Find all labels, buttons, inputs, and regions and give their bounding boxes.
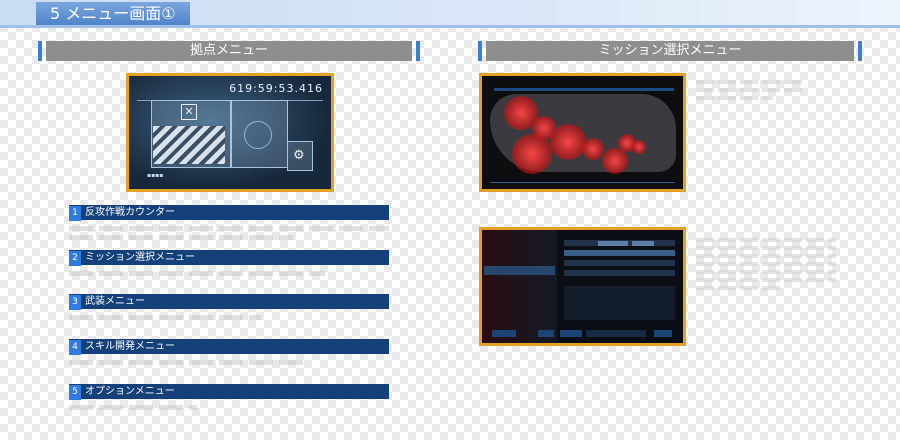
- menu-number-badge: 2: [69, 251, 81, 266]
- menu-number-badge: 5: [69, 385, 81, 400]
- hotspot-marker[interactable]: [602, 148, 628, 174]
- menu-item-mission-select: 2 ミッション選択メニュー: [69, 250, 389, 266]
- detail-confirm-button[interactable]: [654, 330, 672, 337]
- menu-item-description: [69, 311, 389, 320]
- map-footer-line: [490, 182, 675, 183]
- hotspot-marker[interactable]: [632, 140, 646, 154]
- base-timer: 619:59:53.416: [229, 82, 323, 95]
- detail-explanation-text: [696, 238, 836, 294]
- detail-list-item[interactable]: [484, 256, 555, 265]
- base-status-text: ▪▪▪▪: [147, 172, 164, 179]
- detail-sidebar: [482, 230, 557, 343]
- mission-map-screenshot: [479, 73, 686, 192]
- menu-item-description: [69, 267, 389, 276]
- menu-number-badge: 1: [69, 206, 81, 221]
- hotspot-marker[interactable]: [550, 124, 586, 160]
- page-title: 5 メニュー画面①: [36, 2, 190, 26]
- base-menu-screenshot: 619:59:53.416 ✕ ⚙ ▪▪▪▪: [126, 73, 334, 192]
- menu-item-label: スキル開発メニュー: [85, 341, 175, 352]
- base-map-graphic: [153, 126, 225, 164]
- page-title-bar: 5 メニュー画面①: [0, 0, 900, 28]
- detail-description-box: [564, 286, 675, 320]
- detail-cell: [632, 241, 654, 246]
- menu-item-weapons: 3 武装メニュー: [69, 294, 389, 310]
- detail-list-item-selected[interactable]: [484, 266, 555, 275]
- menu-item-label: ミッション選択メニュー: [85, 252, 195, 263]
- hotspot-marker[interactable]: [512, 134, 552, 174]
- menu-number-badge: 4: [69, 340, 81, 355]
- detail-row: [564, 260, 675, 266]
- detail-row: [564, 270, 675, 276]
- menu-item-description: [69, 222, 389, 240]
- base-emblem-icon: ✕: [181, 104, 197, 120]
- menu-number-badge: 3: [69, 295, 81, 310]
- map-explanation-text: [696, 80, 806, 104]
- detail-button[interactable]: [538, 330, 554, 337]
- menu-item-skills: 4 スキル開発メニュー: [69, 339, 389, 355]
- menu-item-description: [69, 401, 389, 410]
- map-title-bar: [494, 88, 674, 91]
- detail-button[interactable]: [560, 330, 582, 337]
- detail-row: [564, 250, 675, 256]
- menu-item-description: [69, 356, 389, 365]
- menu-item-counter: 1 反攻作戦カウンター: [69, 205, 389, 221]
- gear-icon: ⚙: [293, 148, 305, 163]
- menu-item-label: 反攻作戦カウンター: [85, 207, 175, 218]
- mission-detail-screenshot: [479, 227, 686, 346]
- detail-cell: [598, 241, 628, 246]
- base-radar-circle: [244, 121, 272, 149]
- title-underline: [0, 25, 900, 28]
- detail-back-button[interactable]: [492, 330, 516, 337]
- menu-item-options: 5 オプションメニュー: [69, 384, 389, 400]
- hotspot-marker[interactable]: [582, 138, 604, 160]
- mission-menu-header: ミッション選択メニュー: [478, 41, 862, 61]
- base-menu-header: 拠点メニュー: [38, 41, 420, 61]
- menu-item-label: 武装メニュー: [85, 296, 145, 307]
- menu-item-label: オプションメニュー: [85, 386, 175, 397]
- detail-input-bar[interactable]: [586, 330, 646, 337]
